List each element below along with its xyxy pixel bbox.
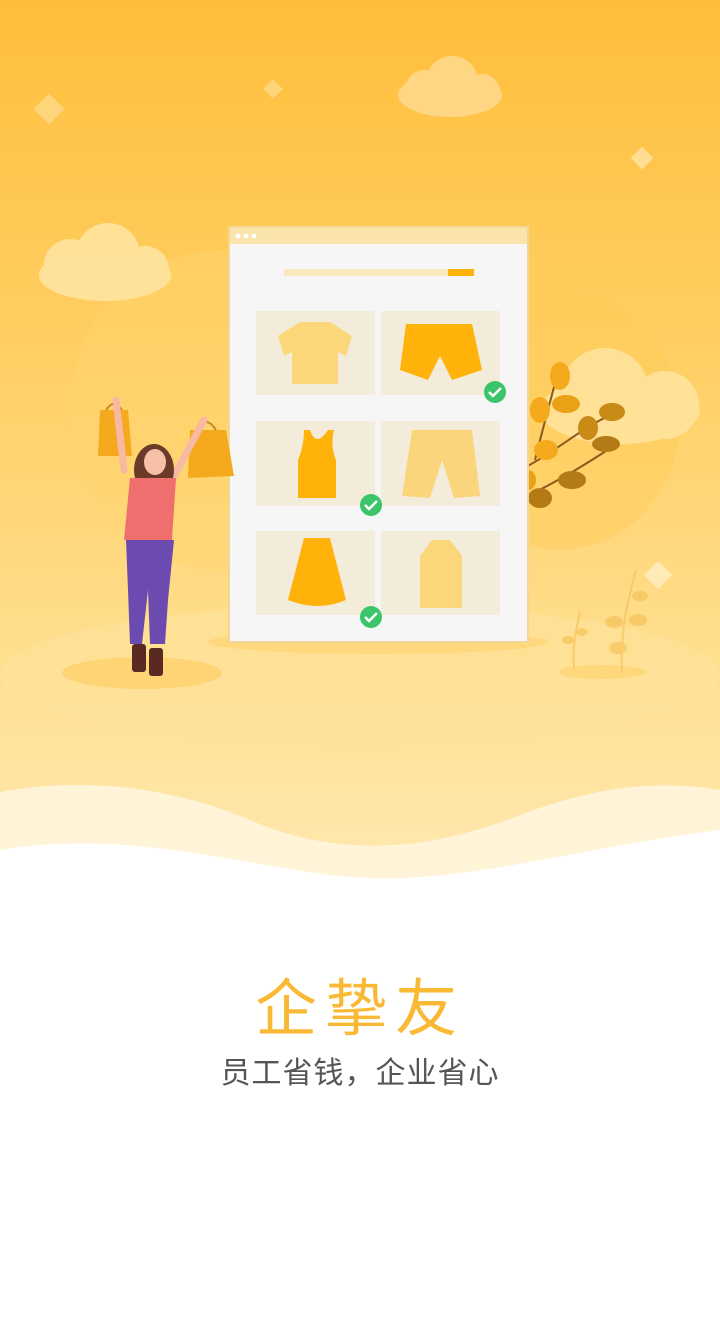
progress-bar-fill [448,269,474,276]
tank-top-icon [298,430,336,498]
progress-bar [284,269,474,276]
splash-illustration [0,0,720,900]
check-icon [360,494,382,516]
vest-icon [420,540,462,608]
app-name: 企挚友 [254,972,465,1045]
check-icon [484,381,506,403]
check-icon [360,606,382,628]
tagline: 员工省钱，企业省心 [220,1056,500,1091]
browser-window [228,226,529,643]
